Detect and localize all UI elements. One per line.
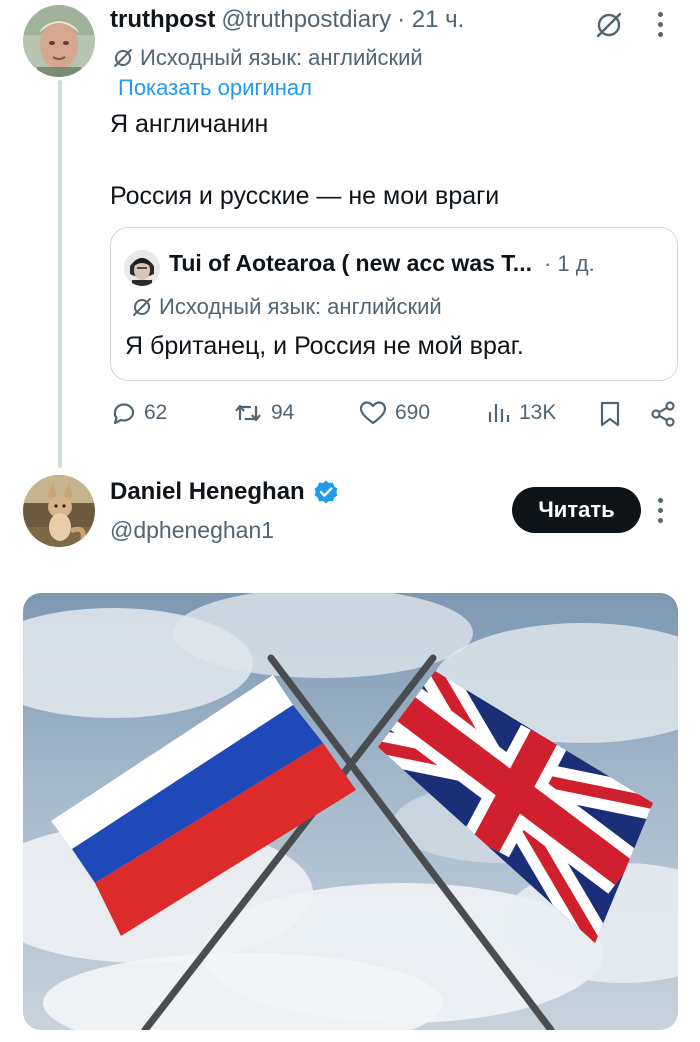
quote-avatar xyxy=(124,250,160,286)
avatar[interactable] xyxy=(23,475,95,547)
translate-icon xyxy=(133,298,151,316)
translate-icon xyxy=(114,49,132,67)
share-button[interactable] xyxy=(650,400,676,428)
views-button[interactable]: 13K xyxy=(487,400,556,426)
tweet-header: truthpost @truthpostdiary · 21 ч. xyxy=(110,6,464,34)
thread-line xyxy=(58,80,62,468)
verified-badge-icon xyxy=(314,480,338,504)
views-icon xyxy=(488,404,510,422)
reply-button[interactable]: 62 xyxy=(110,400,167,426)
repost-count: 94 xyxy=(271,401,295,424)
follow-button[interactable]: Читать xyxy=(512,487,641,533)
more-icon[interactable] xyxy=(658,498,663,523)
translation-note: Исходный язык: английский xyxy=(112,45,423,71)
translation-note-text: Исходный язык: английский xyxy=(140,45,423,70)
timestamp[interactable]: · 21 ч. xyxy=(397,6,464,34)
more-icon[interactable] xyxy=(658,12,663,37)
tweet-text-line-1: Я англичанин xyxy=(110,110,269,138)
display-name[interactable]: truthpost xyxy=(110,6,215,34)
quote-translation-note-text: Исходный язык: английский xyxy=(159,294,442,319)
quote-translation-note: Исходный язык: английский xyxy=(131,294,442,320)
quote-timestamp: · 1 д. xyxy=(543,251,595,276)
quote-text: Я британец, и Россия не мой враг. xyxy=(125,332,524,360)
quoted-tweet[interactable]: Tui of Aotearoa ( new acc was T... · 1 д… xyxy=(110,227,678,381)
repost-button[interactable]: 94 xyxy=(233,400,294,426)
like-count: 690 xyxy=(395,401,431,424)
quote-display-name: Tui of Aotearoa ( new acc was T... xyxy=(169,250,532,276)
bookmark-button[interactable] xyxy=(598,400,622,428)
show-original-link[interactable]: Показать оригинал xyxy=(118,75,312,101)
action-bar: 62 94 690 13K xyxy=(110,400,680,434)
reply-icon xyxy=(113,403,135,425)
grok-icon[interactable] xyxy=(594,10,624,40)
like-button[interactable]: 690 xyxy=(359,400,430,426)
reply-count: 62 xyxy=(144,401,168,424)
display-name[interactable]: Daniel Heneghan xyxy=(110,478,305,506)
handle[interactable]: @dpheneghan1 xyxy=(110,517,274,544)
tweet-image[interactable] xyxy=(23,593,678,1030)
handle[interactable]: @truthpostdiary xyxy=(221,6,391,34)
share-icon xyxy=(651,401,675,427)
like-icon xyxy=(359,401,387,425)
avatar[interactable] xyxy=(23,5,95,77)
tweet-text-line-2: Россия и русские — не мои враги xyxy=(110,182,500,210)
repost-icon xyxy=(235,404,261,422)
bookmark-icon xyxy=(600,401,620,427)
views-count: 13K xyxy=(519,401,557,424)
tweet-header: Daniel Heneghan xyxy=(110,478,339,506)
quote-header: Tui of Aotearoa ( new acc was T... · 1 д… xyxy=(169,250,595,277)
